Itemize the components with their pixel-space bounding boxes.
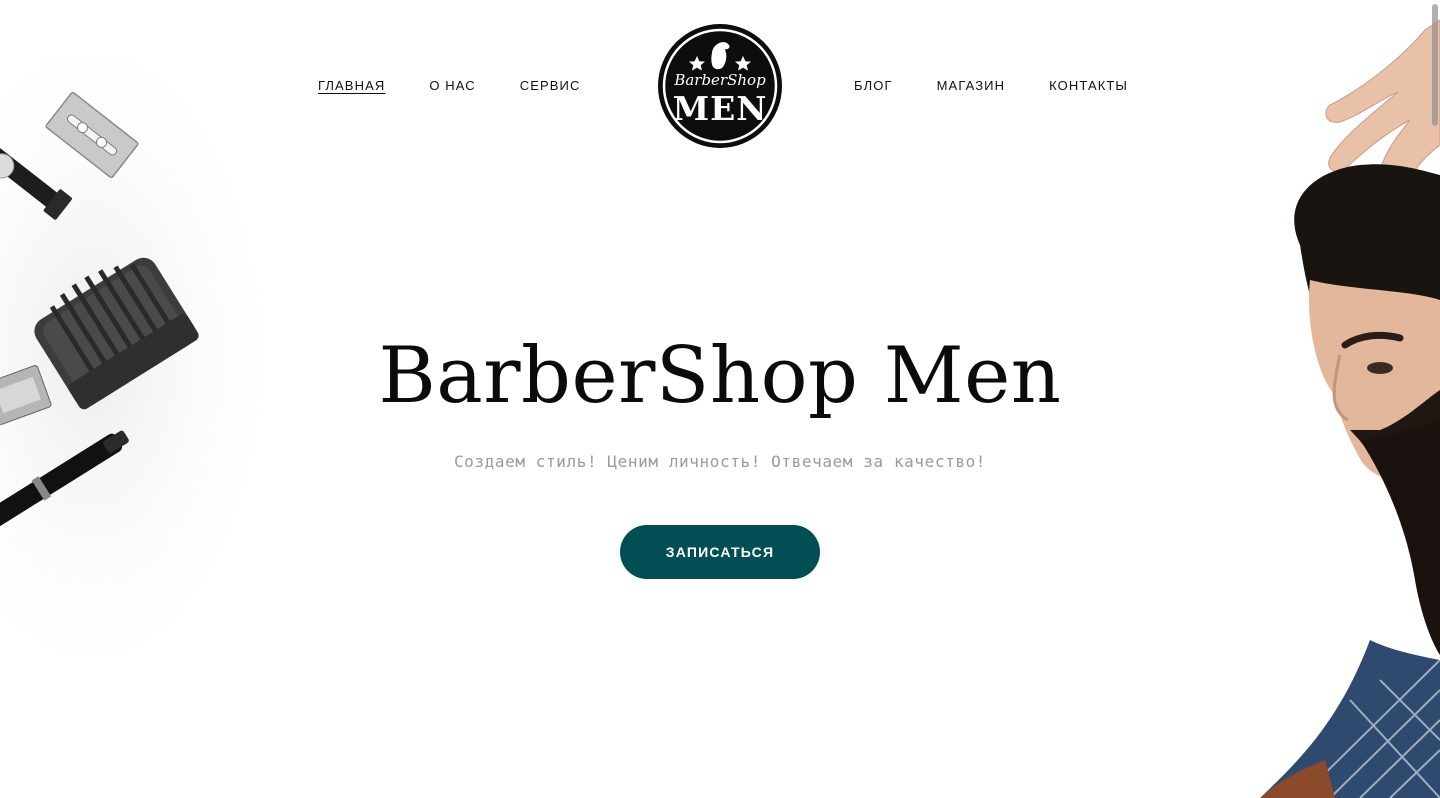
hero-subtitle: Создаем стиль! Ценим личность! Отвечаем … <box>453 452 987 471</box>
scrollbar-thumb[interactable] <box>1432 4 1438 126</box>
logo-script-text: BarberShop <box>673 71 766 89</box>
nav-link-contacts[interactable]: КОНТАКТЫ <box>1049 78 1128 94</box>
barbershop-logo[interactable]: BarberShop MEN <box>657 23 783 149</box>
nav-link-shop[interactable]: МАГАЗИН <box>937 78 1005 94</box>
nav-link-about[interactable]: О НАС <box>429 78 475 94</box>
nav-left-group: ГЛАВНАЯ О НАС СЕРВИС <box>318 78 580 94</box>
nav-link-service[interactable]: СЕРВИС <box>520 78 581 94</box>
nav-link-home[interactable]: ГЛАВНАЯ <box>318 78 385 94</box>
book-appointment-button[interactable]: ЗАПИСАТЬСЯ <box>620 525 820 579</box>
logo-main-text: MEN <box>673 89 768 128</box>
hero-title: BarberShop Men <box>378 331 1062 421</box>
nav-right-group: БЛОГ МАГАЗИН КОНТАКТЫ <box>854 78 1128 94</box>
nav-link-blog[interactable]: БЛОГ <box>854 78 893 94</box>
